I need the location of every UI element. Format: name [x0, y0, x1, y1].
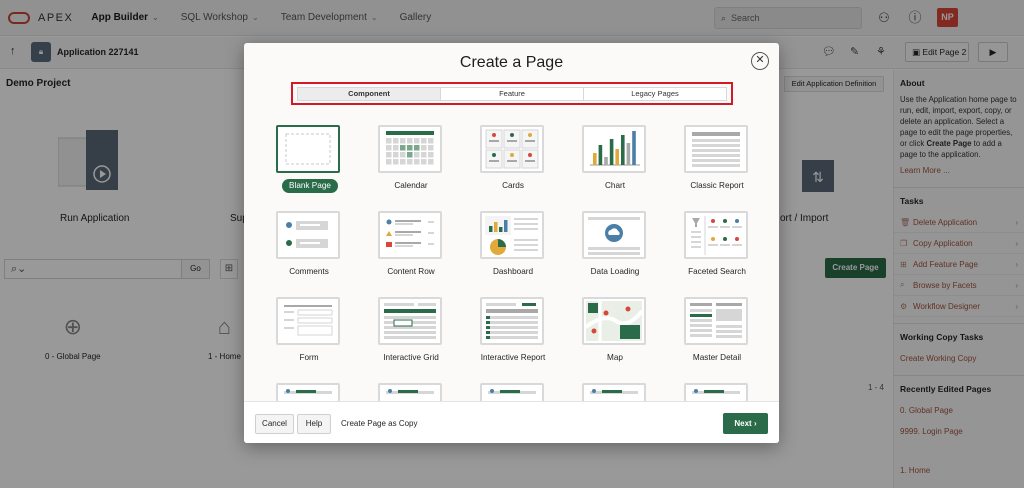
page-type-tile[interactable]: [360, 369, 462, 401]
page-type-label: Classic Report: [690, 181, 744, 190]
page-type-tile[interactable]: Faceted Search: [666, 197, 768, 277]
page-type-label: Dashboard: [492, 267, 534, 276]
page-type-label: Calendar: [394, 181, 428, 190]
page-type-tile[interactable]: Interactive Report: [462, 283, 564, 363]
page-type-tile[interactable]: Content Row: [360, 197, 462, 277]
blank-page-icon: [276, 125, 340, 173]
page-type-tile[interactable]: Dashboard: [462, 197, 564, 277]
master-detail-icon: [684, 297, 748, 345]
form-icon: [276, 297, 340, 345]
page-type-tile[interactable]: Blank Page: [258, 111, 360, 193]
page-type-label: Form: [299, 353, 319, 362]
page-type-tile[interactable]: Calendar: [360, 111, 462, 191]
page-type-grid: Blank Page Calendar Cards Chart Classic Repo…: [244, 111, 779, 401]
page-type-tile[interactable]: [564, 369, 666, 401]
partial-tile-icon: [582, 383, 646, 401]
page-type-label: Comments: [289, 267, 329, 276]
page-type-tile[interactable]: Chart: [564, 111, 666, 191]
page-type-tile[interactable]: [666, 369, 768, 401]
cancel-button[interactable]: Cancel: [255, 414, 294, 434]
page-type-label: Cards: [502, 181, 524, 190]
map-icon: [582, 297, 646, 345]
page-type-tile[interactable]: [462, 369, 564, 401]
page-type-tile[interactable]: Data Loading: [564, 197, 666, 277]
interactive-report-icon: [480, 297, 544, 345]
partial-tile-icon: [276, 383, 340, 401]
dialog-title: Create a Page: [459, 54, 564, 71]
faceted-search-icon: [684, 211, 748, 259]
page-type-label: Blank Page: [282, 179, 338, 193]
page-type-tile[interactable]: Master Detail: [666, 283, 768, 363]
partial-tile-icon: [480, 383, 544, 401]
next-button[interactable]: Next ›: [723, 413, 768, 434]
page-type-tabs: Component Feature Legacy Pages: [297, 87, 727, 101]
tab-feature[interactable]: Feature: [441, 88, 584, 100]
comments-icon: [276, 211, 340, 259]
page-type-label: Map: [607, 353, 623, 362]
dashboard-icon: [480, 211, 544, 259]
close-icon[interactable]: ✕: [751, 52, 769, 70]
classic-report-icon: [684, 125, 748, 173]
partial-tile-icon: [378, 383, 442, 401]
page-type-label: Interactive Grid: [383, 353, 439, 362]
page-type-label: Chart: [604, 181, 626, 190]
calendar-icon: [378, 125, 442, 173]
help-button[interactable]: Help: [297, 414, 331, 434]
page-type-tile[interactable]: Interactive Grid: [360, 283, 462, 363]
create-page-dialog: Create a Page ✕ Component Feature Legacy…: [244, 43, 779, 443]
page-type-label: Master Detail: [692, 353, 742, 362]
page-type-label: Data Loading: [590, 267, 640, 276]
page-type-tile[interactable]: Cards: [462, 111, 564, 191]
page-type-tile[interactable]: [258, 369, 360, 401]
page-type-tile[interactable]: Classic Report: [666, 111, 768, 191]
page-type-label: Faceted Search: [688, 267, 746, 276]
tabs-highlight-frame: Component Feature Legacy Pages: [291, 82, 733, 105]
data-loading-icon: [582, 211, 646, 259]
tab-legacy-pages[interactable]: Legacy Pages: [584, 88, 726, 100]
tab-component[interactable]: Component: [298, 88, 441, 100]
page-type-tile[interactable]: Form: [258, 283, 360, 363]
page-type-tile[interactable]: Map: [564, 283, 666, 363]
interactive-grid-icon: [378, 297, 442, 345]
create-page-as-copy-button[interactable]: Create Page as Copy: [341, 419, 418, 428]
dialog-footer: Cancel Help Create Page as Copy Next ›: [244, 401, 779, 443]
page-type-tile[interactable]: Comments: [258, 197, 360, 277]
page-type-label: Interactive Report: [480, 353, 546, 362]
content-row-icon: [378, 211, 442, 259]
cards-icon: [480, 125, 544, 173]
chart-icon: [582, 125, 646, 173]
page-type-label: Content Row: [387, 267, 435, 276]
partial-tile-icon: [684, 383, 748, 401]
